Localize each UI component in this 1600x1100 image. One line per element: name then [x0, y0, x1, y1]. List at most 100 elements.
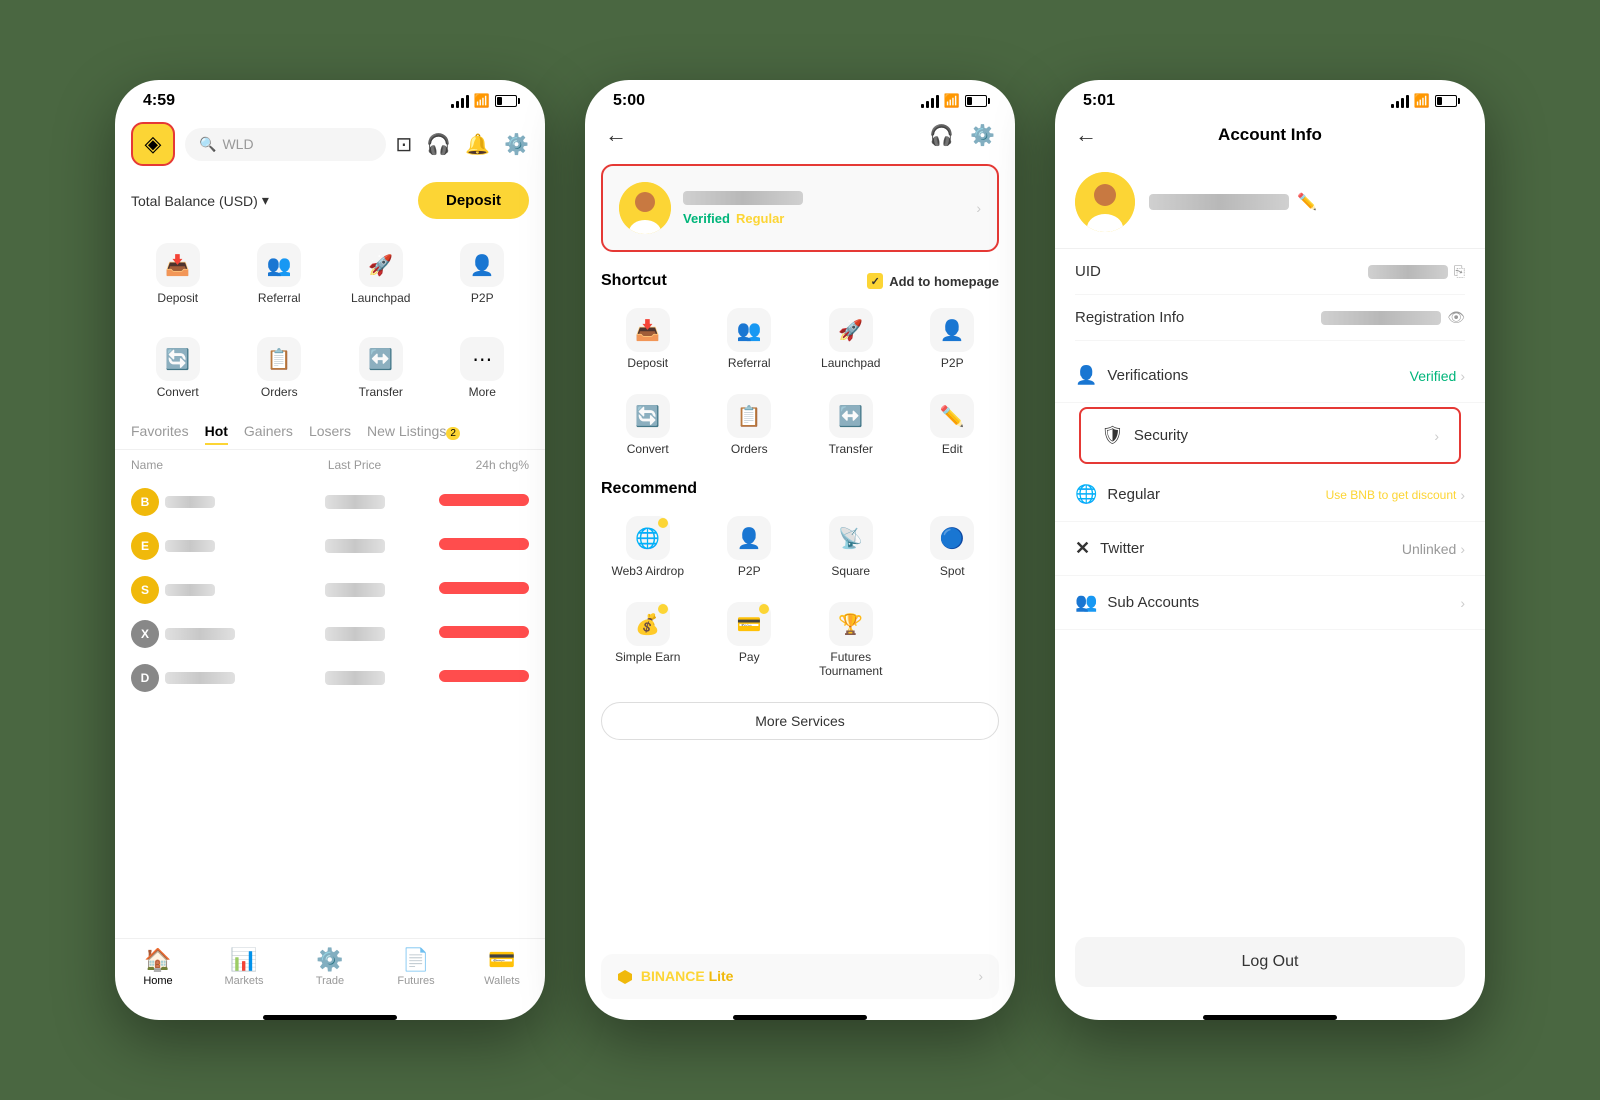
shortcut-orders[interactable]: 📋 Orders	[703, 386, 797, 464]
wifi-icon: 📶	[944, 93, 960, 109]
tab-new-listings[interactable]: New Listings2	[367, 423, 460, 445]
tab-hot[interactable]: Hot	[205, 423, 228, 445]
coin-name-blur	[165, 584, 215, 596]
uid-label: UID	[1075, 263, 1101, 280]
profile-icon[interactable]: ⚙️	[504, 132, 529, 157]
shortcut-deposit[interactable]: 📥 Deposit	[601, 300, 695, 378]
security-label: Security	[1134, 427, 1188, 444]
rec-square[interactable]: 📡 Square	[804, 508, 898, 586]
balance-row: Total Balance (USD) ▾ Deposit	[115, 174, 545, 227]
nav-wallets[interactable]: 💳 Wallets	[459, 947, 545, 987]
p2p-label: P2P	[941, 356, 964, 370]
shortcut-launchpad[interactable]: 🚀 Launchpad	[804, 300, 898, 378]
grid-item-convert[interactable]: 🔄 Convert	[131, 329, 225, 407]
p2p-rec-icon: 👤	[727, 516, 771, 560]
settings-icon[interactable]: ⚙️	[970, 123, 995, 148]
rec-simple-earn[interactable]: 💰 Simple Earn	[601, 594, 695, 686]
binance-logo[interactable]: ◈	[131, 122, 175, 166]
shortcut-referral[interactable]: 👥 Referral	[703, 300, 797, 378]
grid-item-orders[interactable]: 📋 Orders	[233, 329, 327, 407]
regular-chevron: ›	[1460, 487, 1465, 503]
rec-futures-tournament[interactable]: 🏆 Futures Tournament	[804, 594, 898, 686]
tab-losers[interactable]: Losers	[309, 423, 351, 445]
regular-label: Regular	[1107, 486, 1160, 503]
shortcut-edit[interactable]: ✏️ Edit	[906, 386, 1000, 464]
binance-symbol	[617, 969, 633, 985]
menu-verifications[interactable]: 👤 Verifications Verified ›	[1055, 349, 1485, 403]
pay-badge	[759, 604, 769, 614]
headset-icon[interactable]: 🎧	[426, 132, 451, 157]
transfer-icon: ↔️	[829, 394, 873, 438]
grid-item-more[interactable]: ⋯ More	[436, 329, 530, 407]
headset-icon[interactable]: 🎧	[929, 123, 954, 148]
coin-price-col	[280, 495, 429, 509]
rec-spot[interactable]: 🔵 Spot	[906, 508, 1000, 586]
transfer-label: Transfer	[359, 385, 403, 399]
p2-header-icons: 🎧 ⚙️	[929, 123, 995, 148]
more-services-button[interactable]: More Services	[601, 702, 999, 740]
back-button[interactable]: ←	[605, 122, 627, 148]
nav-home-label: Home	[143, 975, 172, 987]
nav-markets[interactable]: 📊 Markets	[201, 947, 287, 987]
battery-icon	[965, 95, 987, 107]
shield-icon: 🛡	[1101, 425, 1124, 446]
info-section: UID ⎘ Registration Info 👁	[1055, 248, 1485, 341]
markets-icon: 📊	[230, 947, 257, 973]
binance-lite-chevron: ›	[978, 968, 983, 984]
home-indicator-2	[733, 1015, 867, 1020]
binance-lite-bar[interactable]: BINANCE Lite ›	[601, 954, 999, 999]
menu-regular[interactable]: 🌐 Regular Use BNB to get discount ›	[1055, 468, 1485, 522]
grid-item-transfer[interactable]: ↔️ Transfer	[334, 329, 428, 407]
eye-icon[interactable]: 👁	[1447, 309, 1465, 326]
grid-item-launchpad[interactable]: 🚀 Launchpad	[334, 235, 428, 313]
grid-item-referral[interactable]: 👥 Referral	[233, 235, 327, 313]
add-homepage-row[interactable]: ✓ Add to homepage	[867, 273, 999, 289]
shortcut-transfer[interactable]: ↔️ Transfer	[804, 386, 898, 464]
regular-right: Use BNB to get discount ›	[1326, 487, 1465, 503]
nav-trade[interactable]: ⚙️ Trade	[287, 947, 373, 987]
profile-card[interactable]: Verified Regular ›	[601, 164, 999, 252]
menu-sub-accounts[interactable]: 👥 Sub Accounts ›	[1055, 576, 1485, 630]
reg-info-blur	[1321, 311, 1441, 325]
menu-twitter[interactable]: ✕ Twitter Unlinked ›	[1055, 522, 1485, 576]
p1-header: ◈ 🔍 WLD ⊡ 🎧 🔔 ⚙️	[115, 114, 545, 174]
back-button-3[interactable]: ←	[1075, 122, 1097, 148]
logout-button[interactable]: Log Out	[1075, 937, 1465, 987]
grid-item-p2p[interactable]: 👤 P2P	[436, 235, 530, 313]
tab-gainers[interactable]: Gainers	[244, 423, 293, 445]
menu-section: 👤 Verifications Verified › 🛡 Security	[1055, 349, 1485, 630]
convert-label: Convert	[627, 442, 669, 456]
tab-favorites[interactable]: Favorites	[131, 423, 189, 445]
shortcut-p2p[interactable]: 👤 P2P	[906, 300, 1000, 378]
search-bar[interactable]: 🔍 WLD	[185, 128, 386, 161]
status-bar-2: 5:00 📶	[585, 80, 1015, 114]
bell-icon[interactable]: 🔔	[465, 132, 490, 157]
copy-icon[interactable]: ⎘	[1454, 263, 1465, 280]
account-name-row: ✏️	[1149, 192, 1317, 212]
deposit-button[interactable]: Deposit	[418, 182, 529, 219]
futures-tournament-label: Futures Tournament	[808, 650, 894, 678]
rec-pay[interactable]: 💳 Pay	[703, 594, 797, 686]
coin-name-blur	[165, 628, 235, 640]
nav-home[interactable]: 🏠 Home	[115, 947, 201, 987]
time-3: 5:01	[1083, 92, 1115, 110]
coin-icon: E	[131, 532, 159, 560]
reg-info-label: Registration Info	[1075, 309, 1184, 326]
scan-icon[interactable]: ⊡	[396, 132, 413, 157]
p3-header: ← Account Info	[1055, 114, 1485, 156]
convert-icon: 🔄	[626, 394, 670, 438]
shortcut-title: Shortcut	[601, 272, 667, 290]
convert-icon: 🔄	[156, 337, 200, 381]
security-chevron: ›	[1434, 428, 1439, 444]
checkbox-icon: ✓	[867, 273, 883, 289]
rec-p2p[interactable]: 👤 P2P	[703, 508, 797, 586]
shortcut-convert[interactable]: 🔄 Convert	[601, 386, 695, 464]
uid-value-blur	[1368, 265, 1448, 279]
security-row[interactable]: 🛡 Security ›	[1079, 407, 1461, 464]
regular-left: 🌐 Regular	[1075, 484, 1160, 505]
battery-icon	[495, 95, 517, 107]
rec-web3-airdrop[interactable]: 🌐 Web3 Airdrop	[601, 508, 695, 586]
nav-futures[interactable]: 📄 Futures	[373, 947, 459, 987]
grid-item-deposit[interactable]: 📥 Deposit	[131, 235, 225, 313]
edit-icon[interactable]: ✏️	[1297, 192, 1317, 212]
